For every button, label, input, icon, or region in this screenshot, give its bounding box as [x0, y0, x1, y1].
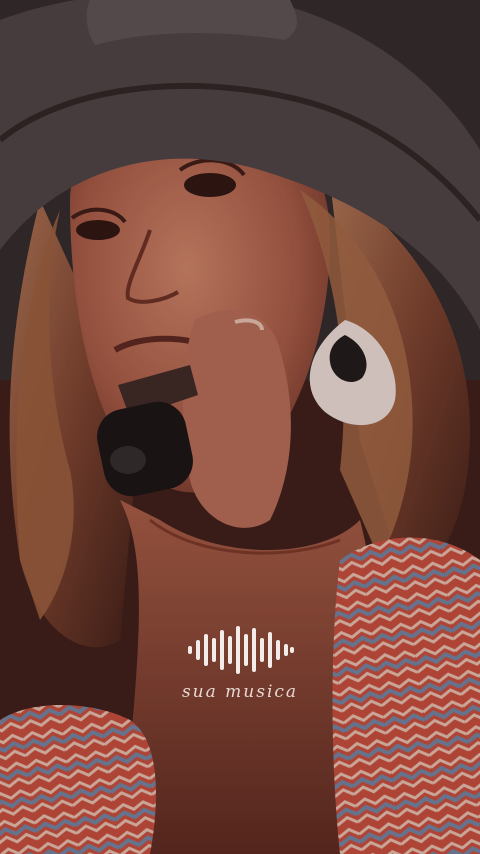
sua-musica-watermark: sua musica [0, 616, 480, 716]
sound-wave-icon [188, 626, 294, 674]
singer-photo [0, 0, 480, 854]
watermark-text: sua musica [181, 682, 299, 702]
video-frame: sua musica [0, 0, 480, 854]
